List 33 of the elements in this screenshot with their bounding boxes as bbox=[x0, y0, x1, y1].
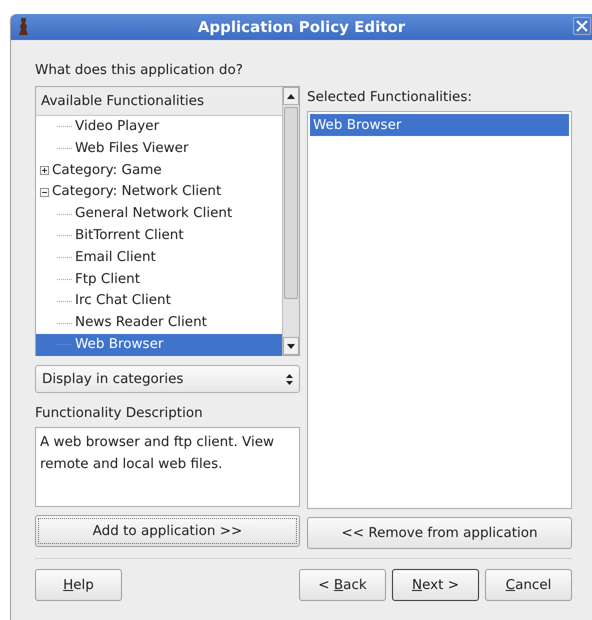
updown-icon bbox=[286, 374, 293, 384]
description-label: Functionality Description bbox=[35, 405, 204, 421]
tree-item[interactable]: Web Files Viewer bbox=[36, 138, 282, 160]
collapse-icon[interactable] bbox=[40, 188, 49, 197]
app-icon bbox=[19, 18, 28, 35]
scroll-up-icon[interactable] bbox=[287, 94, 295, 98]
column-header: Available Functionalities bbox=[36, 87, 282, 116]
question-label: What does this application do? bbox=[35, 62, 243, 78]
remove-button[interactable]: << Remove from application bbox=[307, 517, 572, 549]
add-button[interactable]: Add to application >> bbox=[35, 515, 300, 547]
tree-item[interactable]: Irc Chat Client bbox=[36, 290, 282, 312]
tree-item[interactable]: Category: Game bbox=[36, 160, 282, 182]
tree-item[interactable]: BitTorrent Client bbox=[36, 224, 282, 247]
tree-item[interactable]: Web Browser bbox=[36, 334, 282, 356]
back-button[interactable]: < Back bbox=[299, 569, 386, 601]
tree-item[interactable]: Video Player bbox=[36, 116, 282, 138]
help-button[interactable]: Help bbox=[35, 569, 122, 601]
expand-icon[interactable] bbox=[40, 166, 49, 175]
tree-item[interactable]: General Network Client bbox=[36, 203, 282, 225]
tree-item[interactable]: Ftp Client bbox=[36, 268, 282, 290]
cancel-button[interactable]: Cancel bbox=[485, 569, 572, 601]
window-title: Application Policy Editor bbox=[198, 18, 406, 36]
tree-item[interactable]: Category: Network Client bbox=[36, 181, 282, 204]
description-text: A web browser and ftp client. View remote and local web files. bbox=[35, 427, 300, 507]
tree-item[interactable]: Email Client bbox=[36, 246, 282, 269]
close-button[interactable] bbox=[573, 17, 591, 35]
tree-item[interactable]: News Reader Client bbox=[36, 312, 282, 334]
display-dropdown[interactable]: Display in categories bbox=[35, 365, 300, 393]
list-item[interactable]: Web Browser bbox=[310, 114, 569, 136]
selected-label: Selected Functionalities: bbox=[307, 89, 473, 105]
next-button[interactable]: Next > bbox=[392, 569, 479, 601]
scroll-down-icon[interactable] bbox=[287, 344, 295, 348]
scrollbar[interactable] bbox=[282, 87, 299, 355]
